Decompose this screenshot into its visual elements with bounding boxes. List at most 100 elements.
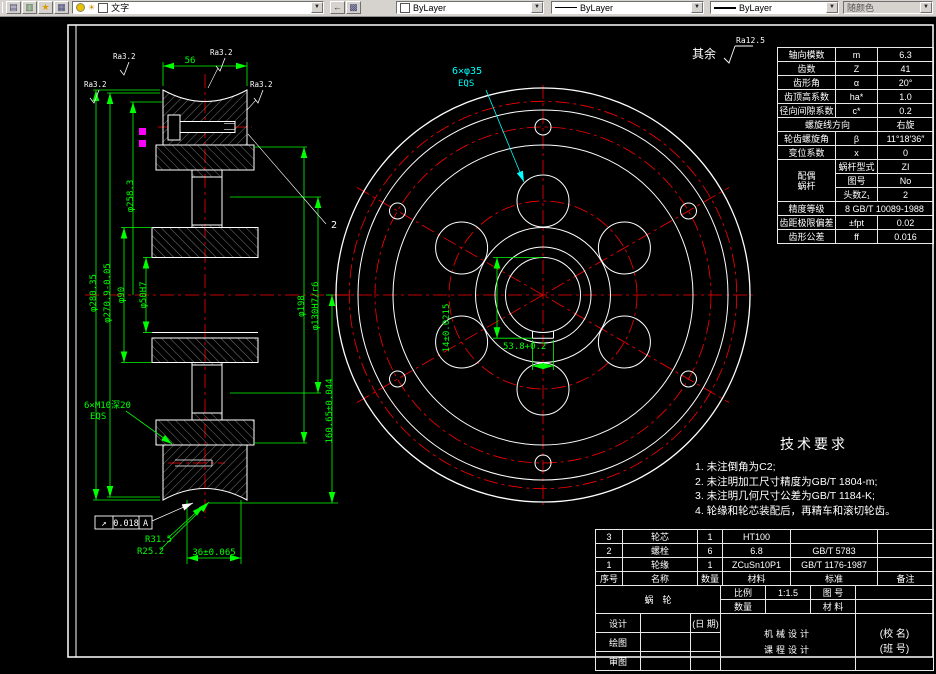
part-qty: 6 xyxy=(697,543,723,558)
plotstyle-combo-value: 随颜色 xyxy=(847,3,875,13)
class-label: (班 号) xyxy=(879,644,910,655)
course-line1: 机械设计 xyxy=(764,629,813,639)
default-roughness-note: 其余 Ra12.5 xyxy=(692,36,765,64)
check-value xyxy=(640,651,691,671)
drawno-value xyxy=(855,585,935,600)
bolt-head xyxy=(167,114,181,141)
linetype-combo[interactable]: ByLayer ▼ xyxy=(551,1,704,14)
part-standard: GB/T 5783 xyxy=(790,543,878,558)
param-value: 0.016 xyxy=(877,229,934,244)
label-tapped-eqs: EQS xyxy=(90,412,106,422)
param-label: 齿形角 xyxy=(777,75,836,90)
linetype-combo-value: ByLayer xyxy=(580,2,614,13)
col-header: 序号 xyxy=(595,571,623,586)
layer-visibility-icon[interactable] xyxy=(76,3,85,12)
plotstyle-combo-arrow-icon[interactable]: ▼ xyxy=(920,2,932,13)
param-symbol: m xyxy=(835,47,878,62)
core-flange-top xyxy=(155,144,255,171)
lineweight-combo-arrow-icon[interactable]: ▼ xyxy=(826,2,838,13)
layer-manager-icon[interactable]: ▦ xyxy=(54,1,69,14)
roughness-check-icon xyxy=(723,45,736,64)
param-label: 图号 xyxy=(835,173,878,188)
param-label: 齿数 xyxy=(777,61,836,76)
school-cell: (校 名) (班 号) xyxy=(855,613,935,671)
tech-req-item: 3. 未注明几何尺寸公差为GB/T 1184-K; xyxy=(695,490,875,502)
linetype-sample-icon xyxy=(555,7,577,8)
param-value: 6.3 xyxy=(877,47,934,62)
param-symbol: Z xyxy=(835,61,878,76)
col-header: 备注 xyxy=(877,571,934,586)
part-no: 2 xyxy=(595,543,623,558)
param-label: 螺旋线方向 xyxy=(777,117,878,132)
gear-parameter-table: 轴向模数 m 6.3 齿数 Z 41 齿形角 α 20° 齿顶高系数 ha* 1.0 径向间隙系… xyxy=(777,47,934,244)
layer-combo-value: 文字 xyxy=(111,3,130,13)
bolt-shank xyxy=(179,121,236,133)
part-standard: GB/T 1176-1987 xyxy=(790,557,878,572)
dim-rim-width: 56 xyxy=(185,56,196,66)
color-combo[interactable]: ByLayer ▼ xyxy=(396,1,544,14)
layer-color-swatch xyxy=(98,2,109,13)
param-label: 齿距极限偏差 xyxy=(777,215,836,230)
roughness-value: Ra3.2 xyxy=(113,52,136,61)
runout-symbol-icon: ↗ xyxy=(101,519,106,529)
lineweight-combo-value: ByLayer xyxy=(739,2,773,13)
param-value: 41 xyxy=(877,61,934,76)
color-combo-arrow-icon[interactable]: ▼ xyxy=(531,2,543,13)
param-symbol: ±fpt xyxy=(835,215,878,230)
layer-combo[interactable]: ☀ 文字 ▼ xyxy=(72,1,324,14)
dim-fit-diameter: φ130H7/r6 xyxy=(311,282,321,331)
col-header: 数量 xyxy=(697,571,723,586)
col-header: 材料 xyxy=(722,571,791,586)
param-label: 轮齿螺旋角 xyxy=(777,131,836,146)
roughness-default-value: Ra12.5 xyxy=(736,36,765,45)
check-label: 审图 xyxy=(595,651,641,671)
material-value xyxy=(855,599,935,614)
runout-tolerance-frame: ↗ 0.018 A xyxy=(94,502,194,530)
table-row: 1 轮缘 1 ZCuSn10P1 GB/T 1176-1987 xyxy=(595,557,934,572)
design-label: 设计 xyxy=(595,613,641,633)
drawing-canvas[interactable]: 56 φ280.35 φ270.9-0.05 φ258.3 φ90 φ50H7 … xyxy=(0,16,936,674)
lineweight-combo[interactable]: ByLayer ▼ xyxy=(710,1,839,14)
section-view: 56 φ280.35 φ270.9-0.05 φ258.3 φ90 φ50H7 … xyxy=(84,48,352,564)
param-label: 精度等级 xyxy=(777,201,836,216)
plotstyle-combo[interactable]: 随颜色 ▼ xyxy=(843,1,933,14)
technical-requirements: 技术要求 1. 未注倒角为C2; 2. 未注明加工尺寸精度为GB/T 1804-… xyxy=(695,434,933,518)
keyway-dim-texts: 53.8+0.2 14±0.0215 xyxy=(442,304,546,353)
param-label: 头数Z₁ xyxy=(835,187,878,202)
param-symbol: β xyxy=(835,131,878,146)
title-block: 蜗轮 比例 1:1.5 图 号 数量 材 料 设计 (日 期) 机械设计 课程设… xyxy=(594,585,935,671)
layer-states-icon[interactable]: ▥ xyxy=(22,1,37,14)
grip-handle xyxy=(139,140,146,147)
material-label: 材 料 xyxy=(810,599,857,614)
part-name: 轮缘 xyxy=(622,557,698,572)
part-remark xyxy=(877,557,934,572)
layer-properties-icon[interactable]: ▤ xyxy=(6,1,21,14)
dim-tip-diameter: φ270.9-0.05 xyxy=(103,263,113,323)
layer-tools-icon[interactable]: ▩ xyxy=(346,1,361,14)
make-layer-current-icon[interactable]: ★ xyxy=(38,1,53,14)
draw-label: 绘图 xyxy=(595,632,641,652)
part-material: 6.8 xyxy=(722,543,791,558)
param-value: 0.02 xyxy=(877,215,934,230)
school-label: (校 名) xyxy=(879,629,910,640)
layer-freeze-icon[interactable]: ☀ xyxy=(88,3,95,12)
layer-combo-arrow-icon[interactable]: ▼ xyxy=(311,2,323,13)
scale-value: 1:1.5 xyxy=(765,585,812,600)
param-symbol: ff xyxy=(835,229,878,244)
roughness-check-icon xyxy=(89,89,100,104)
part-title: 蜗轮 xyxy=(594,585,722,614)
autocad-window: { "toolbar": { "layer_value": "文字", "col… xyxy=(0,0,936,674)
col-header: 名称 xyxy=(622,571,698,586)
param-value: No xyxy=(877,173,934,188)
linetype-combo-arrow-icon[interactable]: ▼ xyxy=(691,2,703,13)
selection-grips[interactable] xyxy=(139,128,146,147)
roughness-value: Ra3.2 xyxy=(210,48,233,57)
tech-req-item: 4. 轮缘和轮芯装配后，再精车和滚切轮齿。 xyxy=(695,504,896,517)
param-value: 0.2 xyxy=(877,103,934,118)
parts-list: 3 轮芯 1 HT100 2 螺栓 6 6.8 GB/T 5783 1 轮缘 1 ZCuSn10P1… xyxy=(595,529,934,586)
part-material: ZCuSn10P1 xyxy=(722,557,791,572)
layer-previous-icon[interactable]: ← xyxy=(330,1,345,14)
bolt-hole xyxy=(389,370,406,388)
tech-req-item: 2. 未注明加工尺寸精度为GB/T 1804-m; xyxy=(695,475,878,488)
roughness-check-icon xyxy=(119,61,130,76)
